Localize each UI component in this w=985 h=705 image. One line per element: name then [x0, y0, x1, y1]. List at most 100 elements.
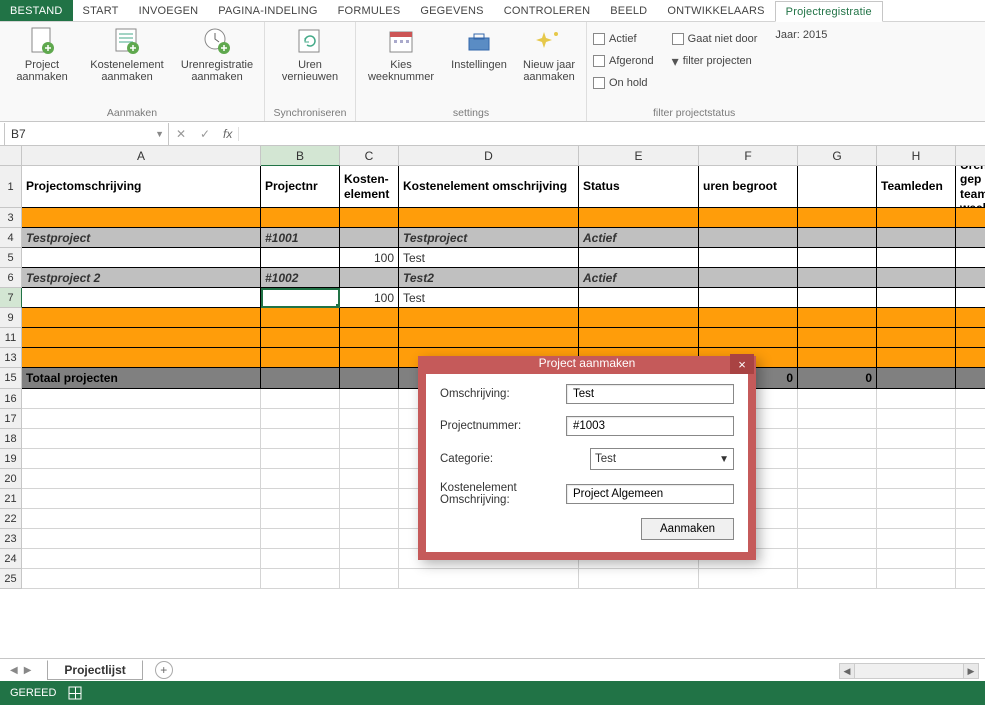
cell-H7[interactable]	[877, 288, 956, 308]
cell-C15[interactable]	[340, 368, 399, 389]
cell-B6[interactable]: #1002	[261, 268, 340, 288]
cell-B23[interactable]	[261, 529, 340, 549]
cell-B15[interactable]	[261, 368, 340, 389]
tab-projectregistratie[interactable]: Projectregistratie	[775, 1, 883, 22]
cell-H20[interactable]	[877, 469, 956, 489]
cell-F7[interactable]	[699, 288, 798, 308]
row-header-11[interactable]: 11	[0, 328, 22, 348]
dialog-close-button[interactable]: ×	[730, 354, 754, 374]
cell-C25[interactable]	[340, 569, 399, 589]
row-header-19[interactable]: 19	[0, 449, 22, 469]
cell-H15[interactable]	[877, 368, 956, 389]
sheet-nav[interactable]: ◀▶	[0, 665, 41, 676]
cell-A6[interactable]: Testproject 2	[22, 268, 261, 288]
cell-E5[interactable]	[579, 248, 699, 268]
cell-D4[interactable]: Testproject	[399, 228, 579, 248]
cell-B21[interactable]	[261, 489, 340, 509]
row-header-23[interactable]: 23	[0, 529, 22, 549]
tab-gegevens[interactable]: GEGEVENS	[410, 0, 493, 21]
cell-H6[interactable]	[877, 268, 956, 288]
chk-gaat-niet-door[interactable]: Gaat niet door	[672, 29, 758, 49]
row-header-25[interactable]: 25	[0, 569, 22, 589]
cell-H17[interactable]	[877, 409, 956, 429]
cell-A15[interactable]: Totaal projecten	[22, 368, 261, 389]
cell-I20[interactable]	[956, 469, 985, 489]
row-header-24[interactable]: 24	[0, 549, 22, 569]
cell-E7[interactable]	[579, 288, 699, 308]
tab-pagina[interactable]: PAGINA-INDELING	[208, 0, 327, 21]
cell-B7[interactable]	[261, 288, 340, 308]
cell-C6[interactable]	[340, 268, 399, 288]
cell-H21[interactable]	[877, 489, 956, 509]
cell-C17[interactable]	[340, 409, 399, 429]
cell-A25[interactable]	[22, 569, 261, 589]
cell-G4[interactable]	[798, 228, 877, 248]
cell-I15[interactable]	[956, 368, 985, 389]
cell-G7[interactable]	[798, 288, 877, 308]
cell-I23[interactable]	[956, 529, 985, 549]
cell-B22[interactable]	[261, 509, 340, 529]
cell-C1[interactable]: Kosten-element	[340, 166, 399, 208]
tab-ontwikkelaars[interactable]: ONTWIKKELAARS	[657, 0, 774, 21]
cell-H3[interactable]	[877, 208, 956, 228]
cell-D25[interactable]	[399, 569, 579, 589]
cell-D9[interactable]	[399, 308, 579, 328]
cell-C5[interactable]: 100	[340, 248, 399, 268]
cell-G24[interactable]	[798, 549, 877, 569]
cell-C23[interactable]	[340, 529, 399, 549]
cell-I22[interactable]	[956, 509, 985, 529]
cell-B9[interactable]	[261, 308, 340, 328]
cell-B1[interactable]: Projectnr	[261, 166, 340, 208]
col-header-E[interactable]: E	[579, 146, 699, 166]
cell-D7[interactable]: Test	[399, 288, 579, 308]
cell-H11[interactable]	[877, 328, 956, 348]
cell-A5[interactable]	[22, 248, 261, 268]
cell-G5[interactable]	[798, 248, 877, 268]
cell-A24[interactable]	[22, 549, 261, 569]
cell-I5[interactable]	[956, 248, 985, 268]
row-header-18[interactable]: 18	[0, 429, 22, 449]
cell-C4[interactable]	[340, 228, 399, 248]
cell-H22[interactable]	[877, 509, 956, 529]
tab-invoegen[interactable]: INVOEGEN	[129, 0, 209, 21]
cancel-formula-button[interactable]: ✕	[169, 127, 193, 141]
cell-E11[interactable]	[579, 328, 699, 348]
add-sheet-button[interactable]: +	[155, 661, 173, 679]
accept-formula-button[interactable]: ✓	[193, 127, 217, 141]
cell-B19[interactable]	[261, 449, 340, 469]
cell-C18[interactable]	[340, 429, 399, 449]
cell-C21[interactable]	[340, 489, 399, 509]
cell-A16[interactable]	[22, 389, 261, 409]
input-omschrijving[interactable]	[566, 384, 734, 404]
cell-G9[interactable]	[798, 308, 877, 328]
row-header-17[interactable]: 17	[0, 409, 22, 429]
chk-afgerond[interactable]: Afgerond	[593, 51, 654, 71]
cell-B5[interactable]	[261, 248, 340, 268]
cell-B17[interactable]	[261, 409, 340, 429]
cell-A18[interactable]	[22, 429, 261, 449]
dialog-title-bar[interactable]: Project aanmaken ×	[418, 356, 756, 374]
kostenelement-aanmaken-button[interactable]: Kostenelement aanmaken	[86, 25, 168, 83]
cell-I7[interactable]	[956, 288, 985, 308]
cell-B4[interactable]: #1001	[261, 228, 340, 248]
name-box[interactable]: B7▼	[4, 123, 169, 145]
cell-G17[interactable]	[798, 409, 877, 429]
cell-F6[interactable]	[699, 268, 798, 288]
macro-record-icon[interactable]	[68, 686, 82, 700]
row-header-20[interactable]: 20	[0, 469, 22, 489]
filter-projecten-button[interactable]: ▾filter projecten	[672, 51, 758, 71]
cell-I6[interactable]	[956, 268, 985, 288]
cell-H19[interactable]	[877, 449, 956, 469]
cell-C7[interactable]: 100	[340, 288, 399, 308]
cell-A3[interactable]	[22, 208, 261, 228]
row-header-3[interactable]: 3	[0, 208, 22, 228]
cell-A22[interactable]	[22, 509, 261, 529]
nieuw-jaar-button[interactable]: Nieuw jaar aanmaken	[518, 25, 580, 83]
cell-G21[interactable]	[798, 489, 877, 509]
cell-A21[interactable]	[22, 489, 261, 509]
cell-I25[interactable]	[956, 569, 985, 589]
cell-H24[interactable]	[877, 549, 956, 569]
col-header-F[interactable]: F	[699, 146, 798, 166]
cell-E4[interactable]: Actief	[579, 228, 699, 248]
cell-F5[interactable]	[699, 248, 798, 268]
